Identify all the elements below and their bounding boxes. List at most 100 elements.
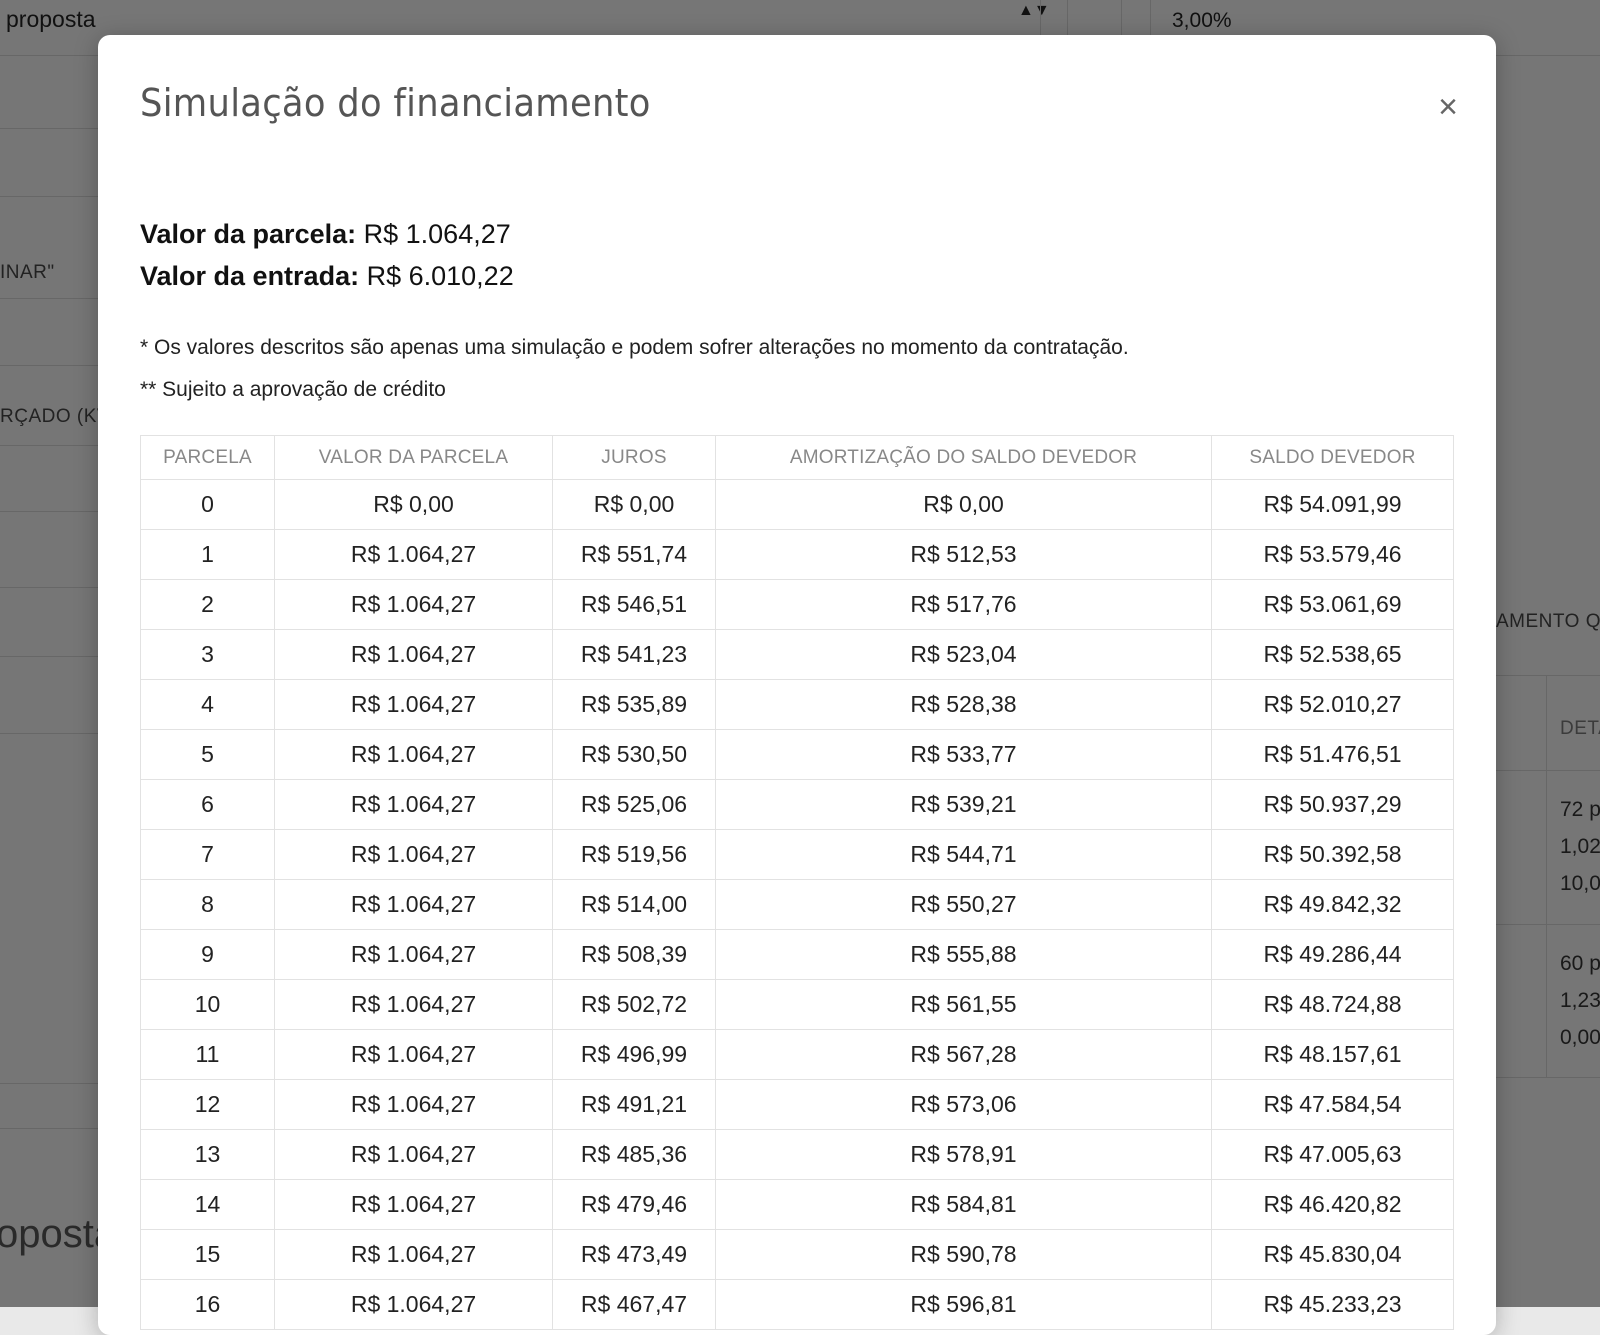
financing-simulation-modal: Simulação do financiamento × Valor da pa… (98, 35, 1496, 1335)
cell-amortizacao: R$ 517,76 (715, 579, 1212, 630)
cell-amortizacao: R$ 578,91 (715, 1129, 1212, 1180)
cell-juros: R$ 496,99 (552, 1029, 716, 1080)
cell-valor-parcela: R$ 1.064,27 (274, 1029, 553, 1080)
cell-amortizacao: R$ 555,88 (715, 929, 1212, 980)
cell-saldo-devedor: R$ 45.830,04 (1211, 1229, 1454, 1280)
installment-value: R$ 1.064,27 (363, 219, 511, 249)
cell-juros: R$ 485,36 (552, 1129, 716, 1180)
cell-saldo-devedor: R$ 45.233,23 (1211, 1279, 1454, 1330)
cell-amortizacao: R$ 584,81 (715, 1179, 1212, 1230)
table-row: 12 R$ 1.064,27 R$ 491,21 R$ 573,06 R$ 47.584… (140, 1079, 1454, 1130)
table-row: 4 R$ 1.064,27 R$ 535,89 R$ 528,38 R$ 52.010,… (140, 679, 1454, 730)
disclaimer-simulation: * Os valores descritos são apenas uma si… (140, 336, 1129, 359)
cell-saldo-devedor: R$ 52.010,27 (1211, 679, 1454, 730)
cell-amortizacao: R$ 544,71 (715, 829, 1212, 880)
cell-parcela: 3 (140, 629, 275, 680)
cell-juros: R$ 473,49 (552, 1229, 716, 1280)
cell-amortizacao: R$ 512,53 (715, 529, 1212, 580)
cell-amortizacao: R$ 567,28 (715, 1029, 1212, 1080)
header-parcela: PARCELA (140, 435, 275, 480)
cell-amortizacao: R$ 523,04 (715, 629, 1212, 680)
table-header-row: PARCELA VALOR DA PARCELA JUROS AMORTIZAÇ… (140, 435, 1454, 480)
cell-valor-parcela: R$ 1.064,27 (274, 929, 553, 980)
disclaimers: * Os valores descritos são apenas uma si… (140, 327, 1129, 411)
table-row: 16 R$ 1.064,27 R$ 467,47 R$ 596,81 R$ 45.233… (140, 1279, 1454, 1330)
header-valor-parcela: VALOR DA PARCELA (274, 435, 553, 480)
table-row: 3 R$ 1.064,27 R$ 541,23 R$ 523,04 R$ 52.538,… (140, 629, 1454, 680)
cell-valor-parcela: R$ 1.064,27 (274, 979, 553, 1030)
cell-valor-parcela: R$ 1.064,27 (274, 629, 553, 680)
cell-parcela: 7 (140, 829, 275, 880)
table-row: 0 R$ 0,00 R$ 0,00 R$ 0,00 R$ 54.091,99 (140, 479, 1454, 530)
cell-parcela: 4 (140, 679, 275, 730)
installment-line: Valor da parcela: R$ 1.064,27 (140, 213, 514, 255)
cell-valor-parcela: R$ 1.064,27 (274, 1129, 553, 1180)
cell-parcela: 11 (140, 1029, 275, 1080)
cell-parcela: 5 (140, 729, 275, 780)
cell-juros: R$ 502,72 (552, 979, 716, 1030)
cell-saldo-devedor: R$ 50.937,29 (1211, 779, 1454, 830)
table-row: 5 R$ 1.064,27 R$ 530,50 R$ 533,77 R$ 51.476,… (140, 729, 1454, 780)
cell-valor-parcela: R$ 1.064,27 (274, 1229, 553, 1280)
table-row: 15 R$ 1.064,27 R$ 473,49 R$ 590,78 R$ 45.830… (140, 1229, 1454, 1280)
cell-amortizacao: R$ 596,81 (715, 1279, 1212, 1330)
cell-amortizacao: R$ 590,78 (715, 1229, 1212, 1280)
cell-parcela: 15 (140, 1229, 275, 1280)
modal-title: Simulação do financiamento (140, 81, 651, 125)
cell-juros: R$ 530,50 (552, 729, 716, 780)
cell-saldo-devedor: R$ 50.392,58 (1211, 829, 1454, 880)
cell-valor-parcela: R$ 1.064,27 (274, 1179, 553, 1230)
cell-amortizacao: R$ 528,38 (715, 679, 1212, 730)
cell-juros: R$ 514,00 (552, 879, 716, 930)
cell-valor-parcela: R$ 1.064,27 (274, 779, 553, 830)
cell-amortizacao: R$ 539,21 (715, 779, 1212, 830)
cell-saldo-devedor: R$ 49.286,44 (1211, 929, 1454, 980)
cell-juros: R$ 479,46 (552, 1179, 716, 1230)
cell-juros: R$ 546,51 (552, 579, 716, 630)
down-payment-label: Valor da entrada: (140, 261, 360, 291)
cell-juros: R$ 467,47 (552, 1279, 716, 1330)
cell-parcela: 14 (140, 1179, 275, 1230)
table-row: 10 R$ 1.064,27 R$ 502,72 R$ 561,55 R$ 48.724… (140, 979, 1454, 1030)
cell-parcela: 9 (140, 929, 275, 980)
table-row: 9 R$ 1.064,27 R$ 508,39 R$ 555,88 R$ 49.286,… (140, 929, 1454, 980)
table-row: 2 R$ 1.064,27 R$ 546,51 R$ 517,76 R$ 53.061,… (140, 579, 1454, 630)
cell-saldo-devedor: R$ 53.579,46 (1211, 529, 1454, 580)
cell-juros: R$ 519,56 (552, 829, 716, 880)
cell-juros: R$ 535,89 (552, 679, 716, 730)
cell-valor-parcela: R$ 1.064,27 (274, 1279, 553, 1330)
down-payment-line: Valor da entrada: R$ 6.010,22 (140, 255, 514, 297)
cell-juros: R$ 525,06 (552, 779, 716, 830)
table-row: 7 R$ 1.064,27 R$ 519,56 R$ 544,71 R$ 50.392,… (140, 829, 1454, 880)
close-icon[interactable]: × (1428, 87, 1468, 127)
cell-amortizacao: R$ 561,55 (715, 979, 1212, 1030)
cell-parcela: 10 (140, 979, 275, 1030)
summary: Valor da parcela: R$ 1.064,27 Valor da e… (140, 213, 514, 297)
header-juros: JUROS (552, 435, 716, 480)
cell-parcela: 13 (140, 1129, 275, 1180)
cell-amortizacao: R$ 573,06 (715, 1079, 1212, 1130)
cell-juros: R$ 491,21 (552, 1079, 716, 1130)
cell-saldo-devedor: R$ 49.842,32 (1211, 879, 1454, 930)
cell-saldo-devedor: R$ 46.420,82 (1211, 1179, 1454, 1230)
cell-juros: R$ 0,00 (552, 479, 716, 530)
table-row: 14 R$ 1.064,27 R$ 479,46 R$ 584,81 R$ 46.420… (140, 1179, 1454, 1230)
cell-juros: R$ 508,39 (552, 929, 716, 980)
cell-parcela: 12 (140, 1079, 275, 1130)
cell-valor-parcela: R$ 1.064,27 (274, 1079, 553, 1130)
cell-saldo-devedor: R$ 54.091,99 (1211, 479, 1454, 530)
header-saldo-devedor: SALDO DEVEDOR (1211, 435, 1454, 480)
cell-valor-parcela: R$ 1.064,27 (274, 879, 553, 930)
disclaimer-credit: ** Sujeito a aprovação de crédito (140, 378, 446, 401)
table-row: 13 R$ 1.064,27 R$ 485,36 R$ 578,91 R$ 47.005… (140, 1129, 1454, 1180)
table-row: 8 R$ 1.064,27 R$ 514,00 R$ 550,27 R$ 49.842,… (140, 879, 1454, 930)
cell-juros: R$ 541,23 (552, 629, 716, 680)
table-row: 1 R$ 1.064,27 R$ 551,74 R$ 512,53 R$ 53.579,… (140, 529, 1454, 580)
cell-parcela: 16 (140, 1279, 275, 1330)
table-row: 6 R$ 1.064,27 R$ 525,06 R$ 539,21 R$ 50.937,… (140, 779, 1454, 830)
cell-parcela: 6 (140, 779, 275, 830)
header-amortizacao: AMORTIZAÇÃO DO SALDO DEVEDOR (715, 435, 1212, 480)
cell-parcela: 1 (140, 529, 275, 580)
cell-saldo-devedor: R$ 48.724,88 (1211, 979, 1454, 1030)
cell-saldo-devedor: R$ 52.538,65 (1211, 629, 1454, 680)
